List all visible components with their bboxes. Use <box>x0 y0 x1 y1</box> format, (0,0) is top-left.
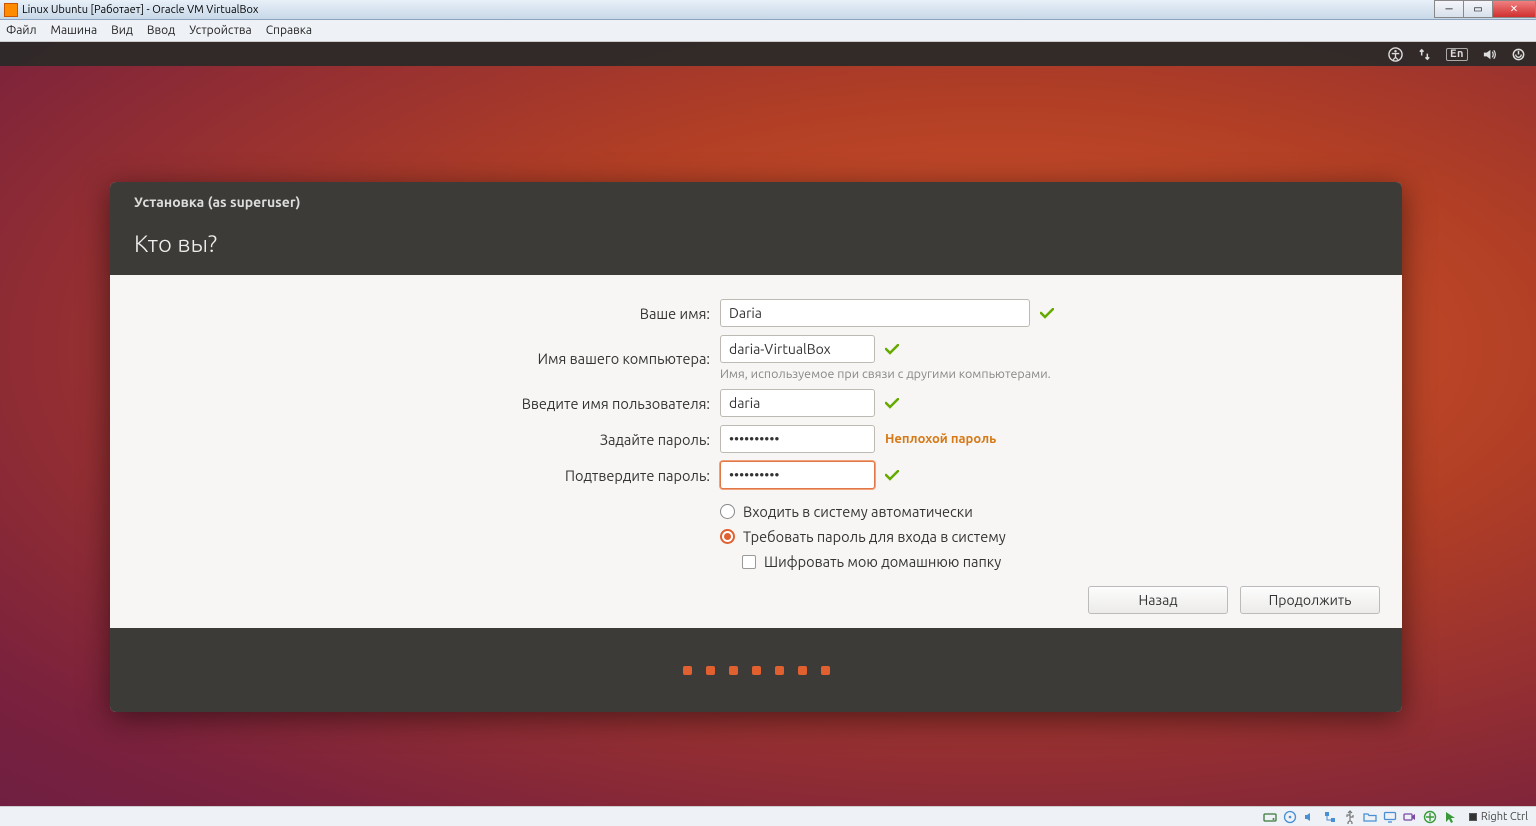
host-key-led-icon <box>1469 813 1477 821</box>
progress-dot <box>683 666 692 675</box>
radio-auto-login-label: Входить в систему автоматически <box>743 503 973 520</box>
installer-heading: Кто вы? <box>134 230 1378 257</box>
menu-view[interactable]: Вид <box>111 24 133 37</box>
computer-name-hint: Имя, используемое при связи с другими ко… <box>720 367 1051 381</box>
accessibility-icon[interactable] <box>1388 47 1403 62</box>
progress-dot <box>798 666 807 675</box>
progress-dot <box>821 666 830 675</box>
menu-input[interactable]: Ввод <box>147 24 175 37</box>
power-icon[interactable] <box>1511 47 1526 62</box>
installer-progress-dots <box>110 628 1402 712</box>
virtualbox-menubar: Файл Машина Вид Ввод Устройства Справка <box>0 20 1536 42</box>
installer-window: Установка (as superuser) Кто вы? Ваше им… <box>110 182 1402 712</box>
password-strength-label: Неплохой пароль <box>885 432 996 446</box>
installer-window-title: Установка (as superuser) <box>134 194 1378 210</box>
hard-disk-icon[interactable] <box>1263 810 1277 824</box>
network-icon[interactable] <box>1417 47 1432 62</box>
installer-body: Ваше имя: Имя вашего компьютера: Имя, ис… <box>110 275 1402 628</box>
radio-auto-login[interactable]: Входить в систему автоматически <box>720 503 1372 520</box>
check-icon <box>885 344 899 355</box>
maximize-button[interactable]: ▭ <box>1463 0 1493 18</box>
password-input[interactable] <box>720 425 875 453</box>
keyboard-layout-indicator[interactable]: En <box>1446 48 1468 61</box>
recording-status-icon[interactable] <box>1403 810 1417 824</box>
check-icon <box>1040 308 1054 319</box>
check-icon <box>885 398 899 409</box>
host-window-titlebar: Linux Ubuntu [Работает] - Oracle VM Virt… <box>0 0 1536 20</box>
menu-help[interactable]: Справка <box>266 24 312 37</box>
virtualbox-statusbar: Right Ctrl <box>0 806 1536 826</box>
host-window-title: Linux Ubuntu [Работает] - Oracle VM Virt… <box>22 4 258 16</box>
virtualbox-icon <box>4 3 18 17</box>
host-key-indicator[interactable]: Right Ctrl <box>1469 811 1528 823</box>
menu-devices[interactable]: Устройства <box>189 24 252 37</box>
guest-additions-icon[interactable] <box>1423 810 1437 824</box>
usb-status-icon[interactable] <box>1343 810 1357 824</box>
close-button[interactable]: ✕ <box>1492 0 1536 18</box>
checkbox-encrypt-home-label: Шифровать мою домашнюю папку <box>764 553 1001 570</box>
continue-button[interactable]: Продолжить <box>1240 586 1380 614</box>
menu-machine[interactable]: Машина <box>51 24 98 37</box>
network-status-icon[interactable] <box>1323 810 1337 824</box>
shared-folders-icon[interactable] <box>1363 810 1377 824</box>
guest-desktop: En Установка (as superuser) Кто вы? Ваше… <box>0 42 1536 806</box>
checkbox-icon <box>742 555 756 569</box>
installer-header: Установка (as superuser) Кто вы? <box>110 182 1402 275</box>
radio-require-password-label: Требовать пароль для входа в систему <box>743 528 1006 545</box>
label-confirm-password: Подтвердите пароль: <box>140 467 710 484</box>
back-button[interactable]: Назад <box>1088 586 1228 614</box>
checkbox-encrypt-home[interactable]: Шифровать мою домашнюю папку <box>742 553 1372 570</box>
audio-status-icon[interactable] <box>1303 810 1317 824</box>
ubuntu-top-panel: En <box>0 42 1536 66</box>
progress-dot <box>775 666 784 675</box>
label-computer-name: Имя вашего компьютера: <box>140 350 710 367</box>
progress-dot <box>706 666 715 675</box>
radio-require-password[interactable]: Требовать пароль для входа в систему <box>720 528 1372 545</box>
your-name-input[interactable] <box>720 299 1030 327</box>
host-key-label: Right Ctrl <box>1481 811 1528 823</box>
radio-icon <box>720 529 735 544</box>
label-password: Задайте пароль: <box>140 431 710 448</box>
display-status-icon[interactable] <box>1383 810 1397 824</box>
mouse-integration-icon[interactable] <box>1443 810 1457 824</box>
progress-dot <box>752 666 761 675</box>
radio-icon <box>720 504 735 519</box>
computer-name-input[interactable] <box>720 335 875 363</box>
confirm-password-input[interactable] <box>720 461 875 489</box>
progress-dot <box>729 666 738 675</box>
label-your-name: Ваше имя: <box>140 305 710 322</box>
label-username: Введите имя пользователя: <box>140 395 710 412</box>
minimize-button[interactable]: ─ <box>1434 0 1464 18</box>
optical-drive-icon[interactable] <box>1283 810 1297 824</box>
sound-icon[interactable] <box>1482 47 1497 62</box>
username-input[interactable] <box>720 389 875 417</box>
menu-file[interactable]: Файл <box>6 24 37 37</box>
check-icon <box>885 470 899 481</box>
